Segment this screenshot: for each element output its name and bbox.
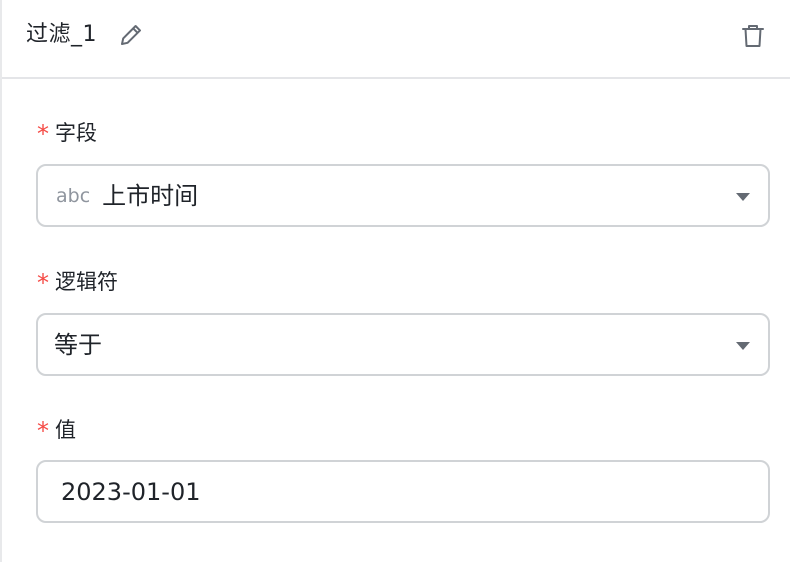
operator-label-text: 逻辑符 [55,270,118,294]
field-label: * 字段 [37,117,97,149]
field-label-text: 字段 [55,121,97,145]
text-type-icon: abc [56,184,91,207]
required-mark: * [37,417,49,445]
value-input-box[interactable] [36,460,770,523]
pencil-icon [121,25,141,45]
filter-config-panel: 过滤_1 * 字段 abc 上市时间 * 逻辑符 等于 * 值 [0,0,790,562]
operator-select-value: 等于 [54,330,102,359]
panel-header: 过滤_1 [2,0,790,79]
value-input[interactable] [38,462,768,521]
value-label-text: 值 [55,418,76,442]
required-mark: * [37,269,49,297]
edit-title-button[interactable] [117,21,145,49]
operator-label: * 逻辑符 [37,266,118,298]
field-select[interactable]: abc 上市时间 [36,164,770,227]
delete-filter-button[interactable] [738,21,768,51]
operator-select[interactable]: 等于 [36,313,770,376]
required-mark: * [37,120,49,148]
filter-title: 过滤_1 [26,22,97,47]
trash-icon [742,25,764,47]
caret-down-icon [736,193,750,201]
field-select-value: 上市时间 [102,181,199,210]
value-label: * 值 [37,414,76,446]
caret-down-icon [736,342,750,350]
